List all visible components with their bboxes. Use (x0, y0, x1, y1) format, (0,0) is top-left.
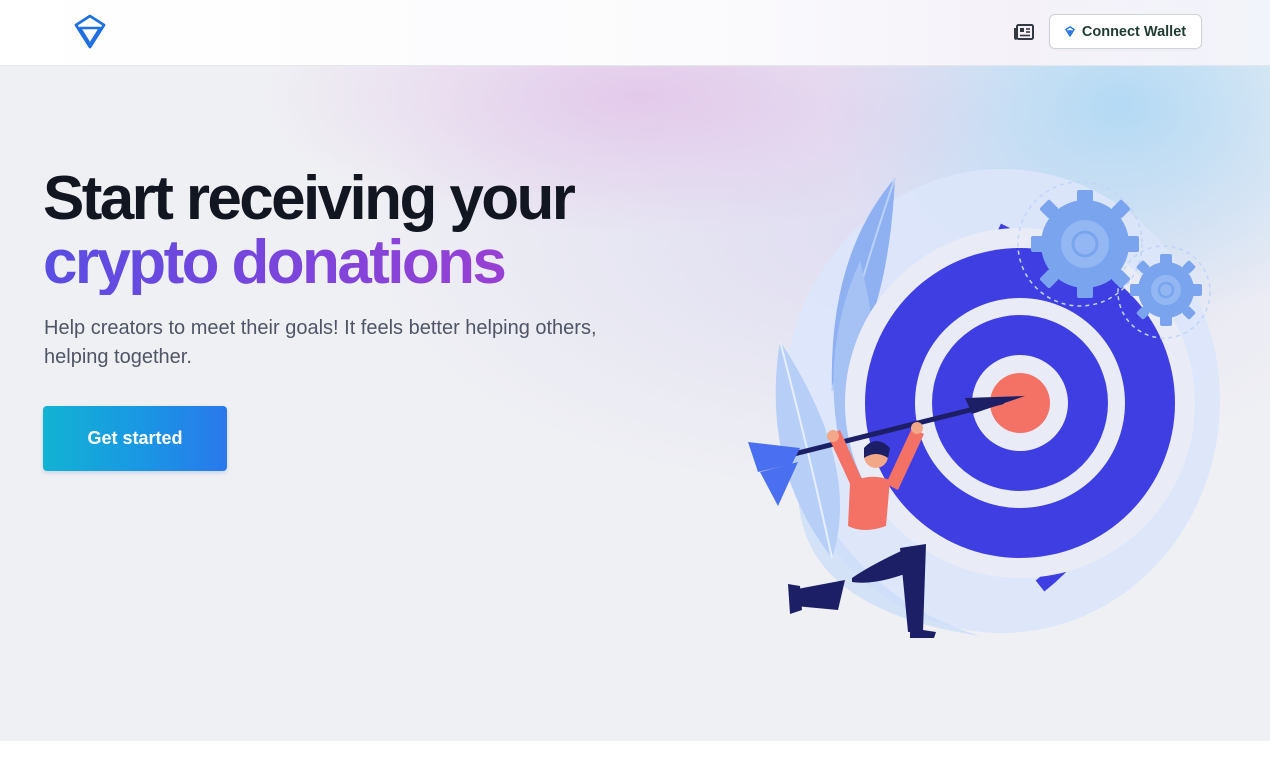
diamond-logo-icon[interactable] (73, 14, 107, 50)
connect-wallet-button[interactable]: Connect Wallet (1049, 14, 1202, 49)
headline-line-primary: Start receiving your (43, 164, 576, 233)
get-started-button[interactable]: Get started (43, 406, 227, 471)
target-archer-illustration (748, 169, 1220, 638)
hero-subtitle: Help creators to meet their goals! It fe… (44, 317, 597, 368)
newspaper-icon[interactable] (1013, 22, 1035, 42)
page: Connect Wallet Start receiving your cryp… (0, 0, 1270, 760)
hero-section: Start receiving your crypto donations He… (0, 66, 1270, 741)
connect-wallet-label: Connect Wallet (1081, 23, 1187, 40)
headline-line-accent: crypto donations (43, 231, 573, 295)
hero-headline: Start receiving your crypto donations (43, 164, 576, 295)
page-bottom-strip (0, 741, 1270, 760)
top-navbar: Connect Wallet (0, 0, 1270, 66)
gem-icon (1065, 26, 1075, 37)
